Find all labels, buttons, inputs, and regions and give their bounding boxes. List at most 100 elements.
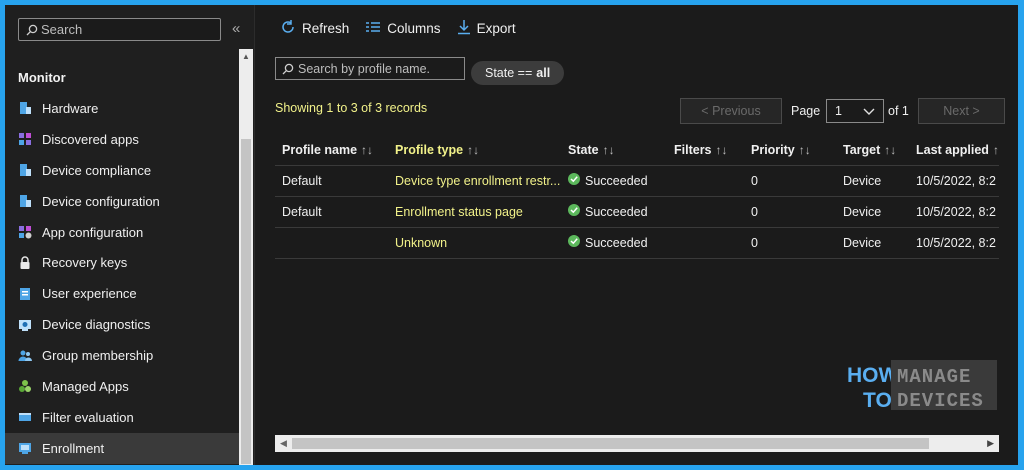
sidebar-item-group-membership[interactable]: Group membership bbox=[5, 340, 239, 371]
column-header-profile-name[interactable]: Profile name ↑↓ bbox=[275, 135, 388, 166]
success-check-icon bbox=[568, 173, 580, 188]
sidebar-nav: Hardware Discovered apps Device complian… bbox=[5, 93, 239, 464]
page-count-label: of 1 bbox=[888, 104, 909, 118]
sidebar-item-recovery-keys[interactable]: Recovery keys bbox=[5, 247, 239, 278]
sort-icon[interactable]: ↑↓ bbox=[603, 143, 615, 157]
page-select[interactable]: 1 bbox=[826, 99, 884, 123]
records-count: Showing 1 to 3 of 3 records bbox=[275, 101, 428, 115]
sidebar-item-discovered-apps[interactable]: Discovered apps bbox=[5, 124, 239, 155]
sidebar-search-input[interactable] bbox=[41, 20, 216, 39]
sidebar-item-managed-apps[interactable]: Managed Apps bbox=[5, 371, 239, 402]
sidebar-item-label: Device compliance bbox=[42, 162, 152, 178]
success-check-icon bbox=[568, 235, 580, 250]
sidebar-item-enrollment[interactable]: Enrollment bbox=[5, 432, 239, 464]
app-window: « Monitor Hardware Discovered apps Devic… bbox=[5, 5, 1018, 465]
managed-apps-icon bbox=[18, 379, 32, 393]
section-heading-monitor: Monitor bbox=[18, 70, 66, 85]
refresh-label: Refresh bbox=[302, 21, 350, 36]
cell-profile-name: Default bbox=[275, 196, 388, 228]
refresh-button[interactable]: Refresh bbox=[280, 19, 349, 38]
table-row[interactable]: Default Enrollment status page Succeeded… bbox=[275, 196, 999, 228]
sort-icon[interactable]: ↑↓ bbox=[799, 143, 811, 157]
previous-button[interactable]: < Previous bbox=[680, 98, 782, 124]
lock-icon bbox=[18, 256, 32, 270]
column-header-state[interactable]: State ↑↓ bbox=[561, 135, 667, 166]
sidebar-item-label: Hardware bbox=[42, 100, 99, 116]
sort-icon[interactable]: ↑ bbox=[993, 143, 999, 157]
sidebar-item-label: App configuration bbox=[42, 224, 144, 240]
enrollment-icon bbox=[18, 441, 32, 455]
horizontal-scrollbar[interactable]: ◀ ▶ bbox=[275, 435, 999, 452]
sidebar-scrollbar[interactable]: ▲ bbox=[239, 49, 253, 465]
sort-icon[interactable]: ↑↓ bbox=[361, 143, 373, 157]
export-button[interactable]: Export bbox=[457, 19, 516, 38]
cell-filters bbox=[667, 196, 744, 228]
scroll-up-icon[interactable]: ▲ bbox=[242, 52, 250, 61]
scroll-left-icon[interactable]: ◀ bbox=[280, 438, 287, 449]
sidebar-item-label: Filter evaluation bbox=[42, 409, 134, 425]
cell-target: Device bbox=[836, 196, 909, 228]
cell-profile-type[interactable]: Enrollment status page bbox=[388, 196, 561, 228]
sidebar: « Monitor Hardware Discovered apps Devic… bbox=[5, 5, 255, 465]
table-row[interactable]: Unknown Succeeded 0 Device 10/5/2022, 8:… bbox=[275, 227, 999, 259]
toolbar: Refresh Columns Export bbox=[280, 19, 516, 38]
sort-icon[interactable]: ↑↓ bbox=[716, 143, 728, 157]
filter-evaluation-icon bbox=[18, 410, 32, 424]
cell-priority: 0 bbox=[744, 227, 836, 259]
success-check-icon bbox=[568, 204, 580, 219]
cell-profile-name: Default bbox=[275, 165, 388, 197]
horizontal-scrollbar-thumb[interactable] bbox=[292, 438, 929, 449]
sort-icon[interactable]: ↑↓ bbox=[884, 143, 896, 157]
sidebar-item-label: Device diagnostics bbox=[42, 317, 151, 333]
column-header-priority[interactable]: Priority ↑↓ bbox=[744, 135, 836, 166]
cell-filters bbox=[667, 227, 744, 259]
sidebar-scrollbar-thumb[interactable] bbox=[241, 139, 251, 464]
device-configuration-icon bbox=[18, 194, 32, 208]
cell-state: Succeeded bbox=[561, 196, 667, 228]
page-label: Page bbox=[791, 104, 821, 118]
cell-priority: 0 bbox=[744, 196, 836, 228]
state-filter-prefix: State == bbox=[485, 66, 533, 80]
state-filter-pill[interactable]: State == all bbox=[471, 61, 565, 85]
sidebar-item-device-diagnostics[interactable]: Device diagnostics bbox=[5, 309, 239, 340]
collapse-sidebar-icon[interactable]: « bbox=[232, 20, 240, 37]
cell-profile-type[interactable]: Unknown bbox=[388, 227, 561, 259]
sidebar-item-label: Group membership bbox=[42, 348, 154, 364]
sidebar-search[interactable] bbox=[18, 18, 221, 41]
cell-priority: 0 bbox=[744, 165, 836, 197]
page-select-value: 1 bbox=[835, 104, 842, 118]
sidebar-item-device-compliance[interactable]: Device compliance bbox=[5, 155, 239, 186]
export-label: Export bbox=[476, 21, 516, 36]
sidebar-item-device-configuration[interactable]: Device configuration bbox=[5, 186, 239, 217]
sort-icon[interactable]: ↑↓ bbox=[467, 143, 479, 157]
column-header-profile-type[interactable]: Profile type ↑↓ bbox=[388, 135, 561, 166]
sidebar-item-user-experience[interactable]: User experience bbox=[5, 278, 239, 309]
columns-label: Columns bbox=[387, 21, 441, 36]
scroll-right-icon[interactable]: ▶ bbox=[987, 438, 994, 449]
app-configuration-icon bbox=[18, 225, 32, 239]
sidebar-item-filter-evaluation[interactable]: Filter evaluation bbox=[5, 402, 239, 433]
columns-button[interactable]: Columns bbox=[365, 19, 441, 38]
cell-target: Device bbox=[836, 227, 909, 259]
sidebar-item-app-configuration[interactable]: App configuration bbox=[5, 217, 239, 248]
profile-search[interactable] bbox=[275, 57, 465, 80]
sidebar-item-label: Recovery keys bbox=[42, 255, 128, 271]
cell-profile-type[interactable]: Device type enrollment restr... bbox=[388, 165, 561, 197]
column-header-last-applied[interactable]: Last applied ↑ bbox=[909, 135, 999, 166]
profile-search-input[interactable] bbox=[298, 59, 463, 78]
refresh-icon bbox=[280, 19, 296, 38]
svg-text:HOW: HOW bbox=[847, 364, 899, 387]
column-header-target[interactable]: Target ↑↓ bbox=[836, 135, 909, 166]
next-button[interactable]: Next > bbox=[918, 98, 1005, 124]
cell-state: Succeeded bbox=[561, 227, 667, 259]
diagnostics-icon bbox=[18, 318, 32, 332]
column-header-filters[interactable]: Filters ↑↓ bbox=[667, 135, 744, 166]
sidebar-item-label: Managed Apps bbox=[42, 378, 129, 394]
enrollment-table: Profile name ↑↓ Profile type ↑↓ State ↑↓ Fi… bbox=[275, 135, 999, 259]
sidebar-item-hardware[interactable]: Hardware bbox=[5, 93, 239, 124]
search-icon bbox=[26, 23, 38, 41]
main-content: Refresh Columns Export State == all Show… bbox=[255, 5, 1018, 465]
cell-last-applied: 10/5/2022, 8:2 bbox=[909, 227, 999, 259]
svg-text:DEVICES: DEVICES bbox=[897, 390, 984, 412]
table-row[interactable]: Default Device type enrollment restr... … bbox=[275, 165, 999, 197]
